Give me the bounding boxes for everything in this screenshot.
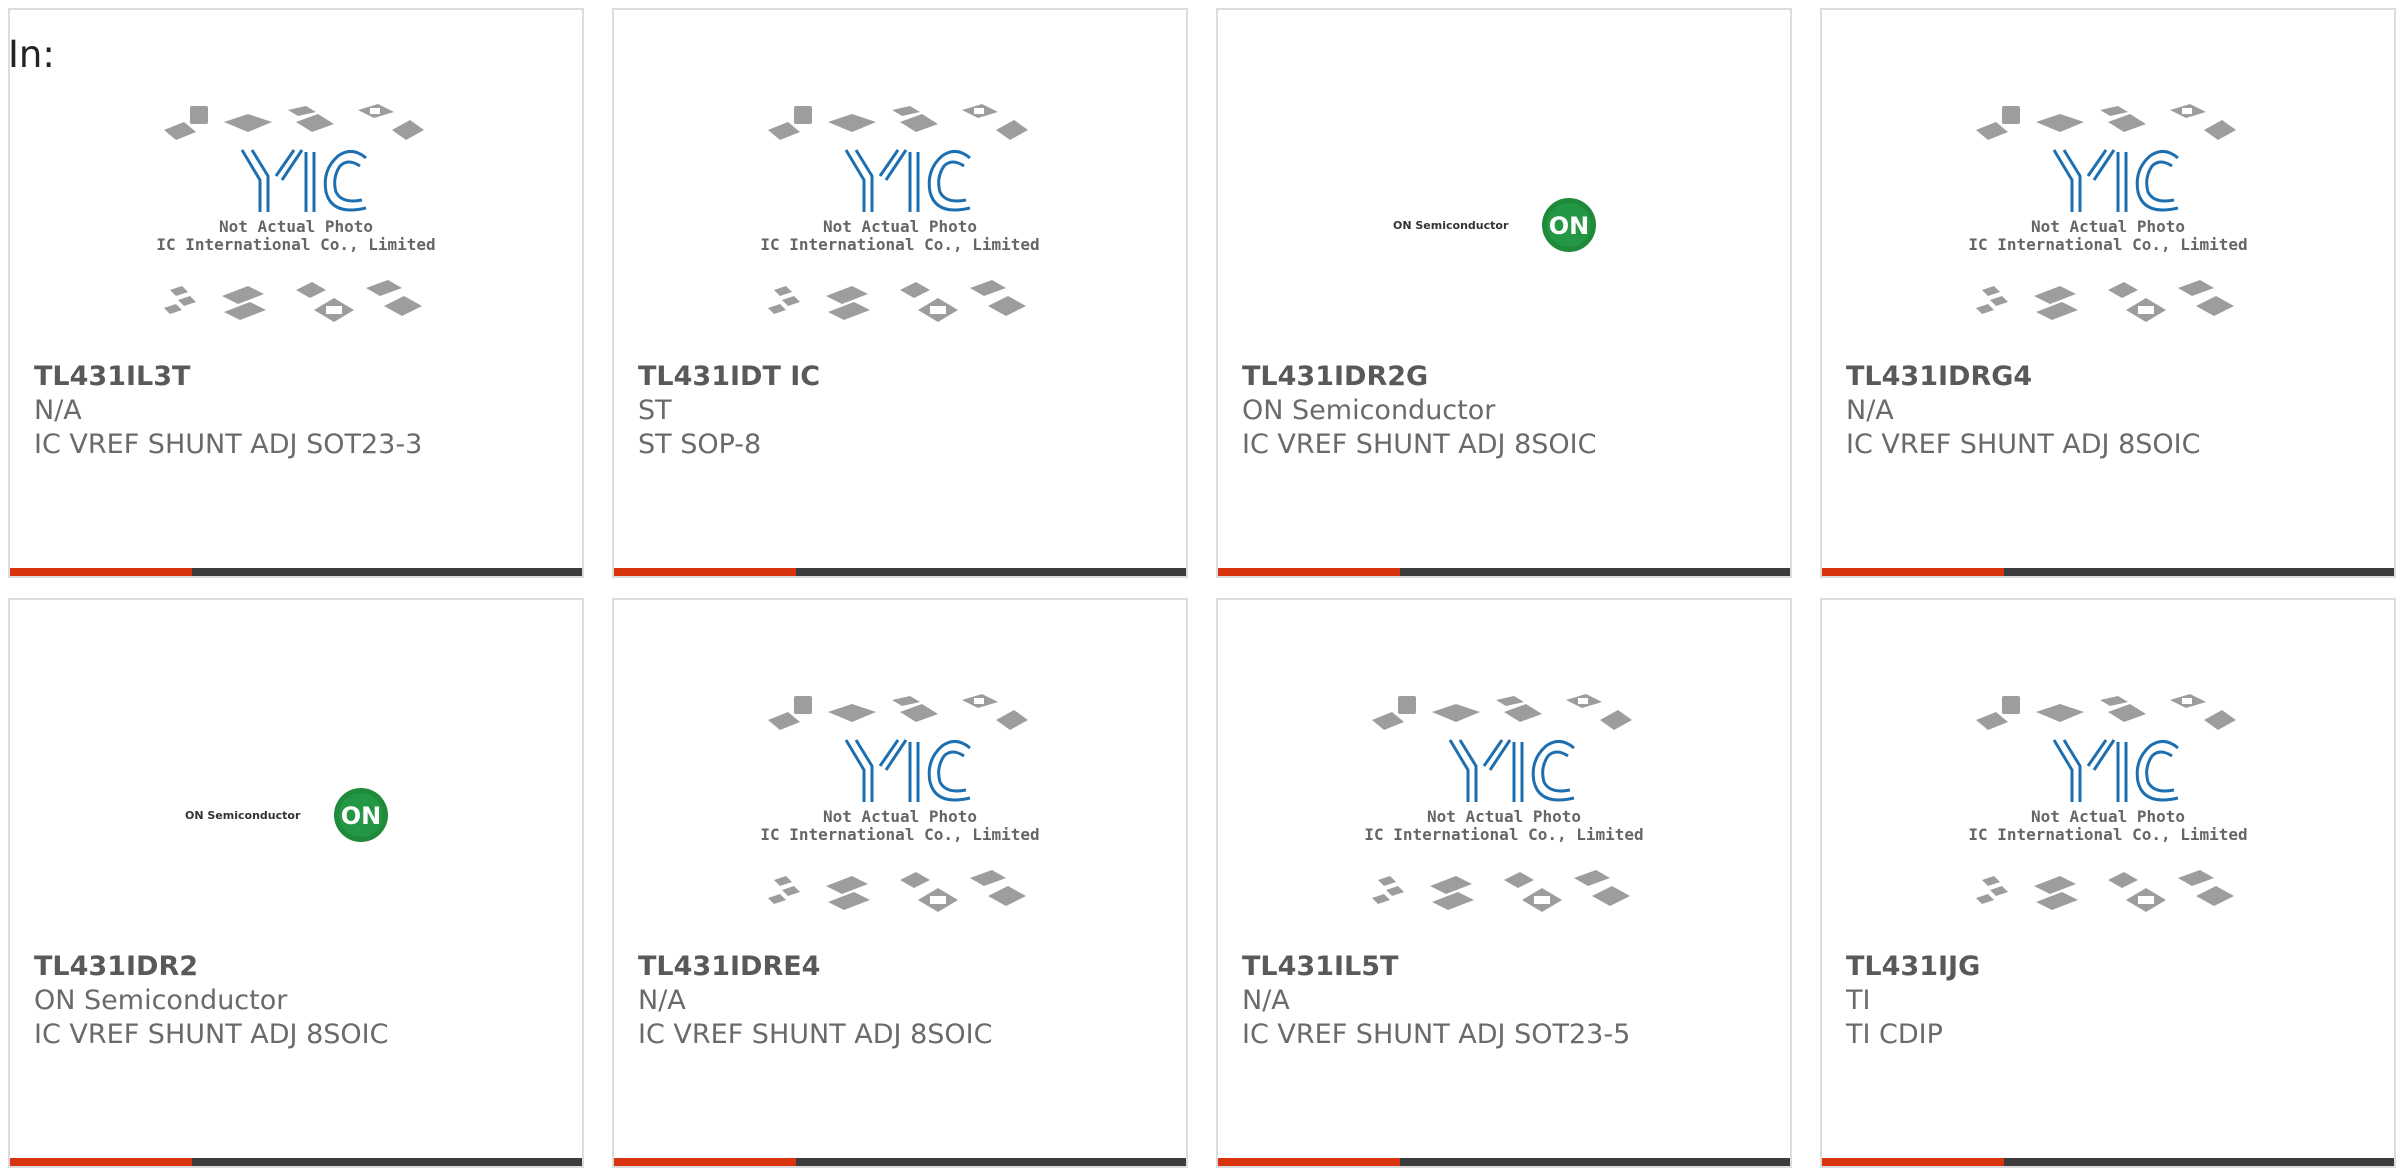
manufacturer: N/A (34, 395, 82, 426)
svg-text:Not Actual Photo: Not Actual Photo (2031, 807, 2185, 826)
on-semiconductor-logo: ON Semiconductor ON (1393, 198, 1596, 252)
dark-bar-segment (1400, 1158, 1790, 1166)
manufacturer: N/A (638, 985, 686, 1016)
product-info: TL431IL3T N/A IC VREF SHUNT ADJ SOT23-3 (34, 360, 562, 462)
accent-bar-segment (614, 568, 796, 576)
svg-text:Not Actual Photo: Not Actual Photo (823, 807, 977, 826)
part-number[interactable]: TL431IDRE4 (638, 950, 1166, 984)
product-card[interactable]: Not Actual Photo YIC International Co., … (612, 8, 1188, 578)
svg-text:YIC International Co., Limited: YIC International Co., Limited. (156, 235, 436, 254)
accent-bar-segment (1822, 568, 2004, 576)
description: IC VREF SHUNT ADJ 8SOIC (1846, 429, 2201, 460)
dark-bar-segment (192, 568, 582, 576)
product-info: TL431IDRG4 N/A IC VREF SHUNT ADJ 8SOIC (1846, 360, 2374, 462)
accent-bar-segment (1822, 1158, 2004, 1166)
product-image[interactable]: ON Semiconductor ON (10, 680, 582, 950)
product-card[interactable]: Not Actual Photo YIC International Co., … (1216, 598, 1792, 1168)
product-image[interactable]: Not Actual Photo YIC International Co., … (1822, 680, 2394, 950)
yic-placeholder-icon: Not Actual Photo YIC International Co., … (1968, 104, 2248, 322)
svg-text:Not Actual Photo: Not Actual Photo (823, 217, 977, 236)
yic-placeholder-icon: Not Actual Photo YIC International Co., … (1364, 694, 1644, 912)
accent-bar-segment (10, 1158, 192, 1166)
description: IC VREF SHUNT ADJ 8SOIC (1242, 429, 1597, 460)
svg-text:YIC International Co., Limited: YIC International Co., Limited. (1968, 825, 2248, 844)
yic-placeholder-icon: Not Actual Photo YIC International Co., … (760, 104, 1040, 322)
accent-bar-segment (1218, 1158, 1400, 1166)
manufacturer: N/A (1242, 985, 1290, 1016)
description: TI CDIP (1846, 1019, 1943, 1050)
description: IC VREF SHUNT ADJ 8SOIC (34, 1019, 389, 1050)
yic-placeholder-icon: Not Actual Photo YIC International Co., … (1968, 694, 2248, 912)
card-accent-bar (1822, 1158, 2394, 1166)
description: IC VREF SHUNT ADJ SOT23-3 (34, 429, 423, 460)
product-image[interactable]: Not Actual Photo YIC International Co., … (614, 680, 1186, 950)
product-image[interactable]: ON Semiconductor ON (1218, 90, 1790, 360)
manufacturer: TI (1846, 985, 1871, 1016)
product-image[interactable]: Not Actual Photo YIC International Co., … (1218, 680, 1790, 950)
product-card[interactable]: ON Semiconductor ON TL431IDR2G ON Semicon… (1216, 8, 1792, 578)
svg-text:YIC International Co., Limited: YIC International Co., Limited. (1968, 235, 2248, 254)
product-card[interactable]: Not Actual Photo YIC International Co., … (8, 8, 584, 578)
card-accent-bar (1218, 1158, 1790, 1166)
product-info: TL431IDT IC ST ST SOP-8 (638, 360, 1166, 462)
dark-bar-segment (2004, 568, 2394, 576)
svg-text:Not Actual Photo: Not Actual Photo (1427, 807, 1581, 826)
dark-bar-segment (2004, 1158, 2394, 1166)
svg-text:ON: ON (341, 802, 382, 830)
dark-bar-segment (796, 1158, 1186, 1166)
dark-bar-segment (1400, 568, 1790, 576)
product-image[interactable]: Not Actual Photo YIC International Co., … (614, 90, 1186, 360)
product-info: TL431IDR2 ON Semiconductor IC VREF SHUNT A… (34, 950, 562, 1052)
svg-text:YIC International Co., Limited: YIC International Co., Limited. (760, 235, 1040, 254)
manufacturer: ON Semiconductor (34, 985, 288, 1016)
description: IC VREF SHUNT ADJ 8SOIC (638, 1019, 993, 1050)
part-number[interactable]: TL431IDR2G (1242, 360, 1770, 394)
product-card[interactable]: Not Actual Photo YIC International Co., … (1820, 8, 2396, 578)
manufacturer: ON Semiconductor (1242, 395, 1496, 426)
part-number[interactable]: TL431IJG (1846, 950, 2374, 984)
part-number[interactable]: TL431IL5T (1242, 950, 1770, 984)
manufacturer: N/A (1846, 395, 1894, 426)
description: ST SOP-8 (638, 429, 762, 460)
part-number[interactable]: TL431IDR2 (34, 950, 562, 984)
product-image[interactable]: Not Actual Photo YIC International Co., … (1822, 90, 2394, 360)
yic-placeholder-icon: Not Actual Photo YIC International Co., … (760, 694, 1040, 912)
svg-text:Not Actual Photo: Not Actual Photo (219, 217, 373, 236)
svg-text:ON Semiconductor: ON Semiconductor (185, 809, 301, 822)
svg-text:ON Semiconductor: ON Semiconductor (1393, 219, 1509, 232)
card-accent-bar (614, 568, 1186, 576)
part-number[interactable]: TL431IDT IC (638, 360, 1166, 394)
card-accent-bar (1822, 568, 2394, 576)
accent-bar-segment (10, 568, 192, 576)
svg-text:YIC International Co., Limited: YIC International Co., Limited. (1364, 825, 1644, 844)
page-label: In: (8, 33, 55, 76)
product-card[interactable]: ON Semiconductor ON TL431IDR2 ON Semicond… (8, 598, 584, 1168)
on-semiconductor-logo: ON Semiconductor ON (185, 788, 388, 842)
dark-bar-segment (192, 1158, 582, 1166)
svg-text:Not Actual Photo: Not Actual Photo (2031, 217, 2185, 236)
product-info: TL431IL5T N/A IC VREF SHUNT ADJ SOT23-5 (1242, 950, 1770, 1052)
product-info: TL431IDRE4 N/A IC VREF SHUNT ADJ 8SOIC (638, 950, 1166, 1052)
product-card[interactable]: Not Actual Photo YIC International Co., … (1820, 598, 2396, 1168)
description: IC VREF SHUNT ADJ SOT23-5 (1242, 1019, 1631, 1050)
svg-text:YIC International Co., Limited: YIC International Co., Limited. (760, 825, 1040, 844)
card-accent-bar (10, 568, 582, 576)
product-card[interactable]: Not Actual Photo YIC International Co., … (612, 598, 1188, 1168)
svg-text:ON: ON (1549, 212, 1590, 240)
dark-bar-segment (796, 568, 1186, 576)
product-info: TL431IDR2G ON Semiconductor IC VREF SHUNT … (1242, 360, 1770, 462)
accent-bar-segment (1218, 568, 1400, 576)
yic-placeholder-icon: Not Actual Photo YIC International Co., … (156, 104, 436, 322)
manufacturer: ST (638, 395, 672, 426)
card-accent-bar (1218, 568, 1790, 576)
product-image[interactable]: Not Actual Photo YIC International Co., … (10, 90, 582, 360)
card-accent-bar (614, 1158, 1186, 1166)
part-number[interactable]: TL431IL3T (34, 360, 562, 394)
part-number[interactable]: TL431IDRG4 (1846, 360, 2374, 394)
product-info: TL431IJG TI TI CDIP (1846, 950, 2374, 1052)
card-accent-bar (10, 1158, 582, 1166)
accent-bar-segment (614, 1158, 796, 1166)
